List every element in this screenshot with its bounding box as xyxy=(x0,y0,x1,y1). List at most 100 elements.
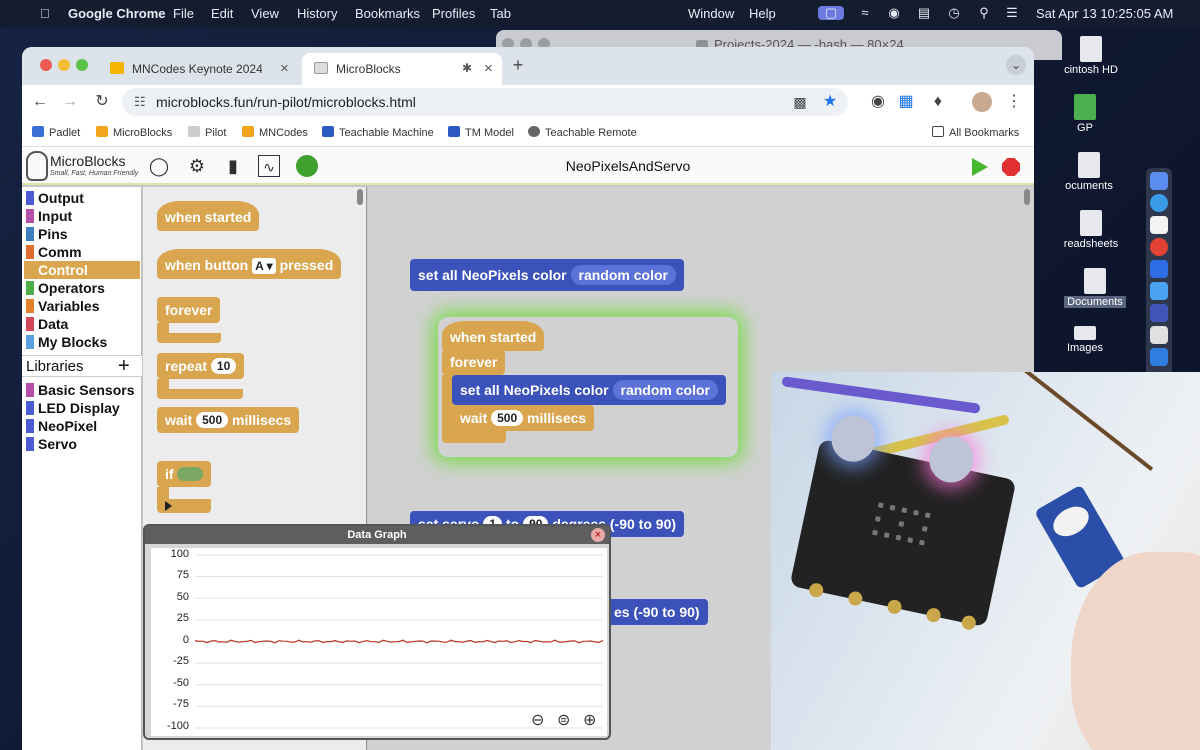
menu-profiles[interactable]: Profiles xyxy=(432,6,475,21)
boolean-toggle[interactable] xyxy=(177,467,204,481)
category-variables[interactable]: Variables xyxy=(24,297,140,315)
category-control[interactable]: Control xyxy=(24,261,140,279)
desktop-item-hd[interactable]: cintosh HD xyxy=(1046,36,1136,76)
wait-ms[interactable]: 500 xyxy=(196,412,229,428)
wait-ms[interactable]: 500 xyxy=(491,410,524,426)
category-data[interactable]: Data xyxy=(24,315,140,333)
bookmark-pilot[interactable]: Pilot xyxy=(188,126,226,139)
block-when-button-pressed[interactable]: when button A ▾ pressed xyxy=(157,249,342,279)
category-input[interactable]: Input xyxy=(24,207,140,225)
apple-icon[interactable]:  xyxy=(40,6,50,21)
block-set-all-neopixels[interactable]: set all NeoPixels color random color xyxy=(452,375,726,405)
block-if[interactable]: if xyxy=(157,461,211,487)
bookmark-star-icon[interactable]: ★ xyxy=(820,92,840,112)
bookmark-tm-model[interactable]: TM Model xyxy=(448,126,514,139)
desktop-item-gp[interactable]: GP xyxy=(1040,94,1130,134)
window-zoom-button[interactable] xyxy=(76,59,88,71)
block-forever[interactable]: forever xyxy=(157,297,221,323)
menu-window[interactable]: Window xyxy=(688,6,734,21)
menu-edit[interactable]: Edit xyxy=(211,6,233,21)
dock-app-icon[interactable] xyxy=(1150,260,1168,278)
category-my-blocks[interactable]: My Blocks xyxy=(24,333,140,351)
library-basic-sensors[interactable]: Basic Sensors xyxy=(24,381,140,399)
menu-help[interactable]: Help xyxy=(749,6,776,21)
wifi-icon[interactable]: ≈ xyxy=(857,6,873,20)
button-dropdown[interactable]: A ▾ xyxy=(252,258,276,274)
tab-microblocks[interactable]: MicroBlocks ✱ × xyxy=(302,53,502,85)
bookmark-teachable-remote[interactable]: Teachable Remote xyxy=(528,126,637,139)
control-center-icon[interactable]: ☰ xyxy=(1004,6,1020,20)
data-graph-window[interactable]: Data Graph × 100 75 50 25 0 -25 -50 -75 … xyxy=(143,524,611,740)
reload-icon[interactable]: ↻ xyxy=(92,92,112,112)
forward-arrow-icon[interactable]: → xyxy=(60,92,80,112)
all-bookmarks[interactable]: All Bookmarks xyxy=(932,126,1019,139)
file-icon[interactable]: ▮ xyxy=(222,155,244,177)
dock-microblocks-icon[interactable] xyxy=(1150,216,1168,234)
tab-keynote[interactable]: MNCodes Keynote 2024 - Go × xyxy=(98,53,298,85)
profile-avatar[interactable] xyxy=(972,92,992,112)
zoom-reset-icon[interactable]: ⊜ xyxy=(557,710,570,730)
menu-app-name[interactable]: Google Chrome xyxy=(68,6,166,21)
dock-chrome-icon[interactable] xyxy=(1150,238,1168,256)
palette-scrollbar[interactable] xyxy=(357,189,363,205)
block-when-started[interactable]: when started xyxy=(157,201,260,231)
zoom-in-icon[interactable]: ⊕ xyxy=(583,710,596,730)
library-neopixel[interactable]: NeoPixel xyxy=(24,417,140,435)
menu-view[interactable]: View xyxy=(251,6,279,21)
block-forever[interactable]: forever xyxy=(442,349,506,375)
block-wait[interactable]: wait 500 millisecs xyxy=(157,407,300,433)
bookmark-microblocks[interactable]: MicroBlocks xyxy=(96,126,172,139)
search-icon[interactable]: ⚲ xyxy=(976,6,992,20)
back-arrow-icon[interactable]: ← xyxy=(30,92,50,112)
block-set-servo-partial[interactable]: es (-90 to 90) xyxy=(594,599,708,625)
add-library-button[interactable]: + xyxy=(118,355,130,378)
dock-app-icon[interactable] xyxy=(1150,282,1168,300)
dock-app-icon[interactable] xyxy=(1150,326,1168,344)
globe-icon[interactable]: ◯ xyxy=(148,155,170,177)
tab-search-icon[interactable]: ⌄ xyxy=(1006,55,1026,75)
category-pins[interactable]: Pins xyxy=(24,225,140,243)
expand-arrow-icon[interactable] xyxy=(165,501,172,511)
time-machine-icon[interactable]: ◷ xyxy=(946,6,962,20)
menu-history[interactable]: History xyxy=(297,6,337,21)
user-icon[interactable]: ◉ xyxy=(886,6,902,20)
stop-button[interactable] xyxy=(1002,158,1020,176)
window-minimize-button[interactable] xyxy=(58,59,70,71)
random-color-reporter[interactable]: random color xyxy=(612,380,718,400)
block-when-started[interactable]: when started xyxy=(442,321,545,351)
category-output[interactable]: Output xyxy=(24,189,140,207)
extension-icon[interactable]: ◉ xyxy=(868,92,888,112)
random-color-reporter[interactable]: random color xyxy=(570,265,676,285)
gear-icon[interactable]: ⚙ xyxy=(186,155,208,177)
close-tab-icon[interactable]: × xyxy=(484,60,493,77)
screen-share-icon[interactable]: ▢ xyxy=(818,6,844,20)
chrome-menu-icon[interactable]: ⋮ xyxy=(1004,92,1024,112)
address-bar[interactable]: ☷ microblocks.fun/run-pilot/microblocks.… xyxy=(122,88,848,116)
bookmark-padlet[interactable]: Padlet xyxy=(32,126,80,139)
repeat-count[interactable]: 10 xyxy=(210,358,237,374)
graph-close-button[interactable]: × xyxy=(591,528,605,542)
site-info-icon[interactable]: ☷ xyxy=(134,94,146,110)
block-set-all-neopixels[interactable]: set all NeoPixels color random color xyxy=(410,259,684,291)
block-wait[interactable]: wait 500 millisecs xyxy=(452,405,595,431)
menu-bookmarks[interactable]: Bookmarks xyxy=(355,6,420,21)
display-icon[interactable]: ▤ xyxy=(916,6,932,20)
dock-maps-icon[interactable] xyxy=(1150,348,1168,366)
bookmark-teachable-machine[interactable]: Teachable Machine xyxy=(322,126,434,139)
menu-file[interactable]: File xyxy=(173,6,194,21)
translate-icon[interactable]: ▦ xyxy=(896,92,916,112)
script-scrollbar[interactable] xyxy=(1024,189,1030,205)
desktop-item-images[interactable]: Images xyxy=(1040,326,1130,354)
menu-clock[interactable]: Sat Apr 13 10:25:05 AM xyxy=(1036,6,1173,21)
new-tab-button[interactable]: + xyxy=(508,55,528,75)
library-led-display[interactable]: LED Display xyxy=(24,399,140,417)
extensions-puzzle-icon[interactable]: ♦ xyxy=(928,92,948,112)
graph-icon[interactable]: ∿ xyxy=(258,155,280,177)
close-tab-icon[interactable]: × xyxy=(280,60,289,77)
bookmark-mncodes[interactable]: MNCodes xyxy=(242,126,308,139)
category-comm[interactable]: Comm xyxy=(24,243,140,261)
window-close-button[interactable] xyxy=(40,59,52,71)
zoom-out-icon[interactable]: ⊖ xyxy=(531,710,544,730)
menu-tab[interactable]: Tab xyxy=(490,6,511,21)
desktop-item-documents[interactable]: ocuments xyxy=(1044,152,1134,192)
